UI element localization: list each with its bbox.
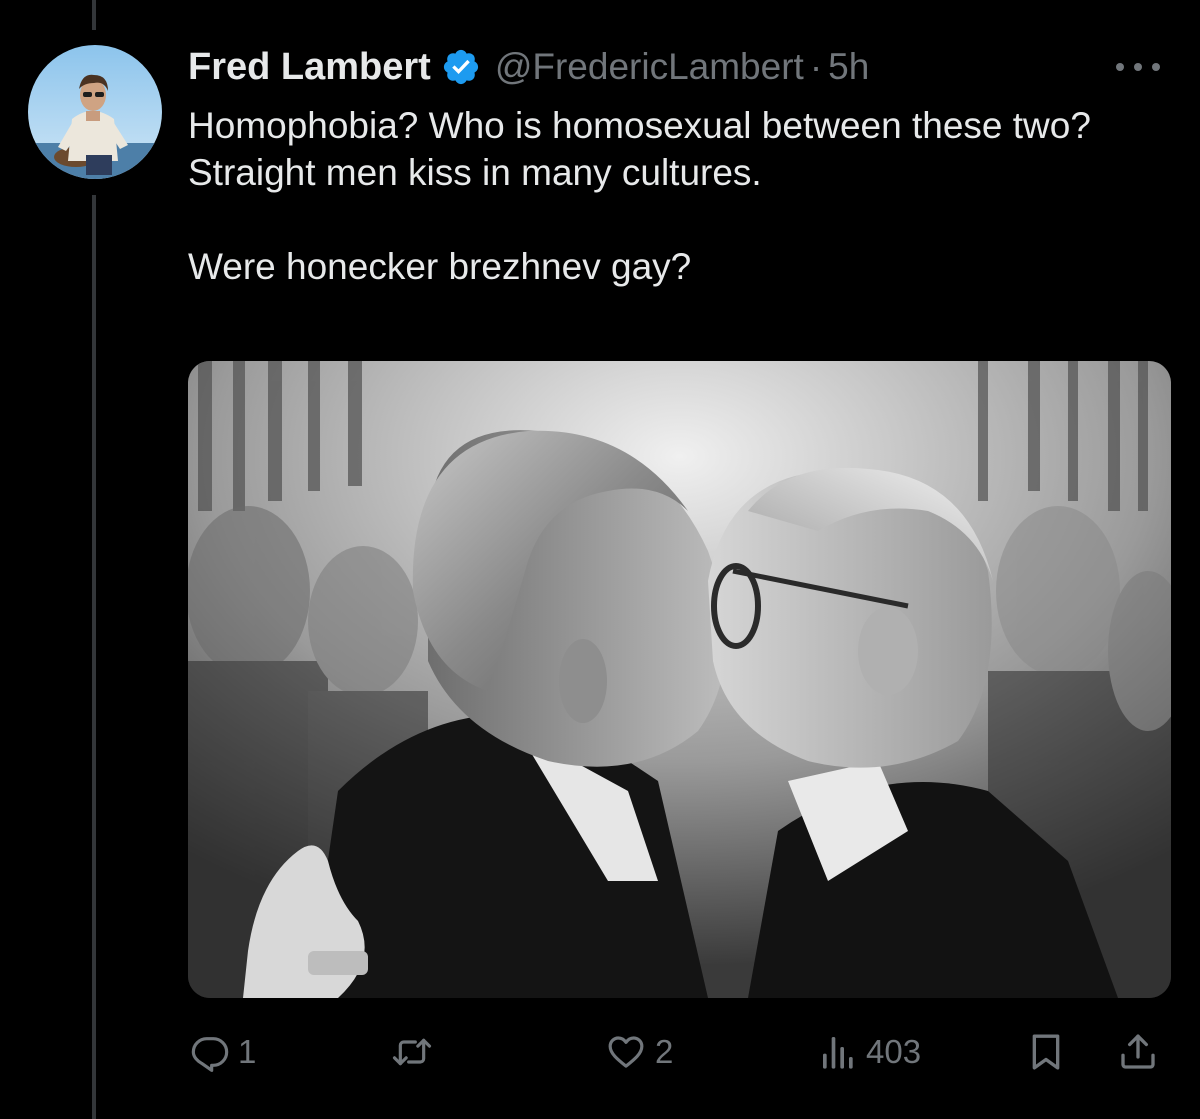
like-button[interactable]: 2 [605,1030,673,1074]
tweet-text-paragraph: Were honecker brezhnev gay? [188,246,692,287]
share-button[interactable] [1118,1030,1158,1074]
tweet-text: Homophobia? Who is homosexual between th… [188,102,1168,290]
author-handle[interactable]: @FredericLambert [495,46,804,88]
repost-button[interactable] [390,1030,442,1074]
avatar-image [28,45,162,179]
photo-image [188,361,1171,998]
tweet-header: Fred Lambert @FredericLambert · 5h [188,44,869,90]
bookmark-icon [1032,1034,1060,1070]
heart-icon [608,1036,644,1068]
avatar[interactable] [28,45,162,179]
thread-line-top [92,0,96,30]
tweet-media-photo[interactable] [188,361,1171,998]
like-count: 2 [655,1033,674,1070]
thread-line [92,195,96,1119]
bookmark-button[interactable] [1026,1030,1066,1074]
views-button[interactable]: 403 [818,1030,921,1074]
author-display-name[interactable]: Fred Lambert [188,46,431,89]
tweet-text-paragraph: Homophobia? Who is homosexual between th… [188,105,1091,193]
repost-icon [392,1038,432,1066]
more-options-button[interactable] [1108,55,1168,79]
more-dots-icon [1116,63,1160,71]
views-chart-icon [823,1037,853,1069]
views-count: 403 [866,1033,922,1070]
verified-badge-icon[interactable] [441,47,481,87]
meta-separator: · [809,46,823,87]
tweet-timestamp[interactable]: 5h [828,46,869,88]
reply-icon [191,1037,229,1072]
reply-button[interactable]: 1 [190,1030,256,1074]
reply-count: 1 [238,1033,257,1070]
share-icon [1121,1034,1155,1069]
